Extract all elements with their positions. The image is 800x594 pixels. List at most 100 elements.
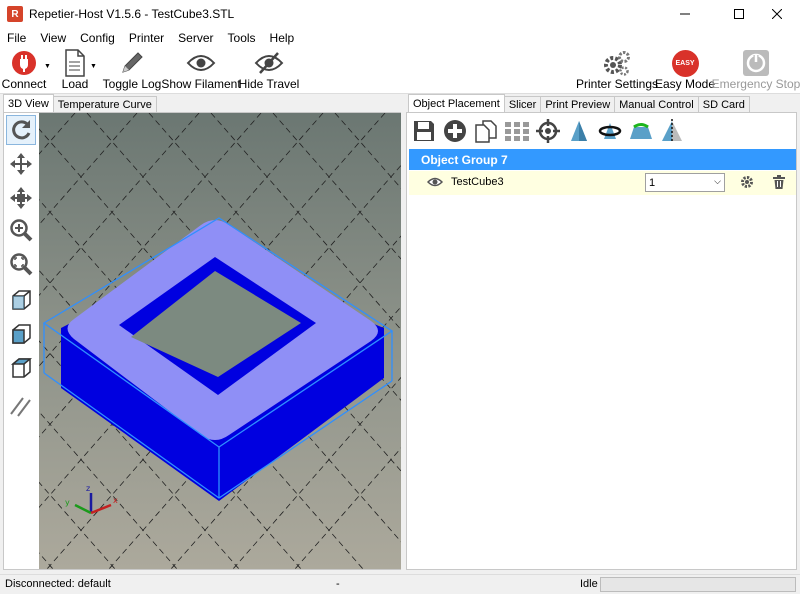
scale-object-button[interactable]: [564, 116, 594, 146]
emergency-stop-button[interactable]: Emergency Stop: [712, 49, 800, 93]
tab-print-preview[interactable]: Print Preview: [540, 96, 616, 112]
connection-status: Disconnected: default: [5, 578, 111, 590]
power-plug-icon: [10, 49, 38, 77]
rotate-object-icon: [598, 123, 622, 139]
menu-view[interactable]: View: [33, 31, 73, 45]
rotate-view-button[interactable]: [6, 115, 36, 145]
easy-mode-button[interactable]: EASY Easy Mode: [655, 49, 715, 93]
eye-icon: [186, 49, 216, 77]
iso-view-button[interactable]: [6, 285, 36, 315]
connect-dropdown-icon[interactable]: ▼: [44, 63, 51, 70]
3d-viewport[interactable]: z y x: [39, 113, 401, 569]
pyramid-icon: [571, 121, 587, 141]
show-filament-label: Show Filament: [161, 77, 241, 91]
emergency-stop-label: Emergency Stop: [711, 77, 800, 91]
cut-plane-icon: [630, 123, 652, 139]
copies-select[interactable]: 1 ⌵: [645, 173, 725, 192]
tab-temperature-curve[interactable]: Temperature Curve: [52, 96, 157, 112]
app-logo-icon: R: [7, 6, 23, 22]
menu-tools[interactable]: Tools: [221, 31, 263, 45]
menu-file[interactable]: File: [0, 31, 33, 45]
copy-icon: [475, 120, 497, 143]
tab-object-placement[interactable]: Object Placement: [408, 94, 505, 112]
object-group-label: Object Group 7: [421, 152, 508, 167]
rotate-object-button[interactable]: [595, 116, 625, 146]
rotate-icon: [12, 120, 31, 140]
left-tab-strip: 3D View Temperature Curve: [3, 94, 157, 112]
save-disk-icon: [414, 121, 434, 141]
plus-circle-icon: [444, 120, 466, 142]
gears-icon: [602, 49, 632, 77]
menu-help[interactable]: Help: [263, 31, 302, 45]
connect-button[interactable]: Connect ▼: [2, 49, 51, 93]
app-window: R Repetier-Host V1.5.6 - TestCube3.STL F…: [0, 0, 800, 594]
minimize-button[interactable]: [662, 0, 708, 28]
copy-object-button[interactable]: [471, 116, 501, 146]
hide-travel-label: Hide Travel: [238, 77, 300, 91]
move-object-icon: [10, 187, 32, 209]
cut-object-button[interactable]: [626, 116, 656, 146]
title-bar: R Repetier-Host V1.5.6 - TestCube3.STL: [0, 0, 800, 28]
view-toolbar: [4, 113, 38, 569]
menu-server[interactable]: Server: [171, 31, 220, 45]
autoposition-button[interactable]: [502, 116, 532, 146]
object-group-row[interactable]: Object Group 7: [409, 149, 796, 170]
svg-text:y: y: [65, 498, 70, 507]
show-filament-button[interactable]: Show Filament: [161, 49, 241, 93]
add-object-button[interactable]: [440, 116, 470, 146]
cube-top-icon: [10, 358, 33, 378]
zoom-fit-icon: [10, 253, 33, 276]
status-bar: Disconnected: default - Idle: [0, 574, 800, 594]
main-toolbar: Connect ▼ Load ▼ Toggle Log Show Filamen…: [0, 47, 800, 94]
print-bed-scene[interactable]: z y x: [39, 113, 401, 569]
svg-text:z: z: [86, 484, 90, 493]
hide-travel-button[interactable]: Hide Travel: [239, 49, 299, 93]
mirror-object-button[interactable]: [657, 116, 687, 146]
maximize-icon: [734, 9, 744, 19]
zoom-button[interactable]: [6, 215, 36, 245]
fit-view-button[interactable]: [6, 249, 36, 279]
trash-icon: [773, 175, 785, 189]
status-separator: -: [336, 578, 340, 590]
tab-3d-view[interactable]: 3D View: [3, 94, 54, 112]
object-name: TestCube3: [451, 176, 504, 188]
tab-manual-control[interactable]: Manual Control: [614, 96, 699, 112]
center-object-button[interactable]: [533, 116, 563, 146]
pencil-icon: [118, 49, 146, 77]
3d-view-pane: z y x: [3, 112, 401, 570]
parallel-lines-icon: [10, 397, 31, 417]
window-title: Repetier-Host V1.5.6 - TestCube3.STL: [29, 7, 235, 21]
minimize-icon: [680, 13, 690, 15]
toggle-log-button[interactable]: Toggle Log: [103, 49, 161, 93]
object-placement-pane: Object Group 7 TestCube3 1 ⌵: [406, 112, 797, 570]
printer-state: Idle: [580, 578, 598, 590]
tab-slicer[interactable]: Slicer: [503, 96, 542, 112]
move-view-button[interactable]: [6, 149, 36, 179]
close-button[interactable]: [754, 0, 800, 28]
object-row[interactable]: TestCube3 1 ⌵: [409, 171, 796, 195]
move-object-button[interactable]: [6, 183, 36, 213]
close-icon: [772, 9, 782, 19]
emergency-stop-icon: [741, 49, 771, 77]
save-button[interactable]: [409, 116, 439, 146]
menu-printer[interactable]: Printer: [122, 31, 171, 45]
copies-value: 1: [649, 176, 656, 189]
load-dropdown-icon[interactable]: ▼: [90, 63, 97, 70]
load-label: Load: [61, 77, 89, 91]
load-button[interactable]: Load ▼: [60, 49, 97, 93]
tab-sd-card[interactable]: SD Card: [697, 96, 750, 112]
printer-settings-button[interactable]: Printer Settings: [576, 49, 658, 93]
top-view-button[interactable]: [6, 353, 36, 383]
object-settings-button[interactable]: [740, 175, 754, 192]
easy-mode-label: Easy Mode: [654, 77, 716, 91]
move-arrows-icon: [10, 153, 32, 175]
front-view-button[interactable]: [6, 319, 36, 349]
print-progress-bar: [600, 577, 796, 592]
menu-config[interactable]: Config: [73, 31, 122, 45]
visibility-eye-icon[interactable]: [426, 175, 444, 192]
grid-arrange-icon: [505, 122, 529, 141]
right-tab-strip: Object Placement Slicer Print Preview Ma…: [408, 94, 750, 112]
parallel-projection-button[interactable]: [6, 391, 36, 421]
delete-object-button[interactable]: [773, 175, 785, 192]
eye-slash-icon: [254, 49, 284, 77]
